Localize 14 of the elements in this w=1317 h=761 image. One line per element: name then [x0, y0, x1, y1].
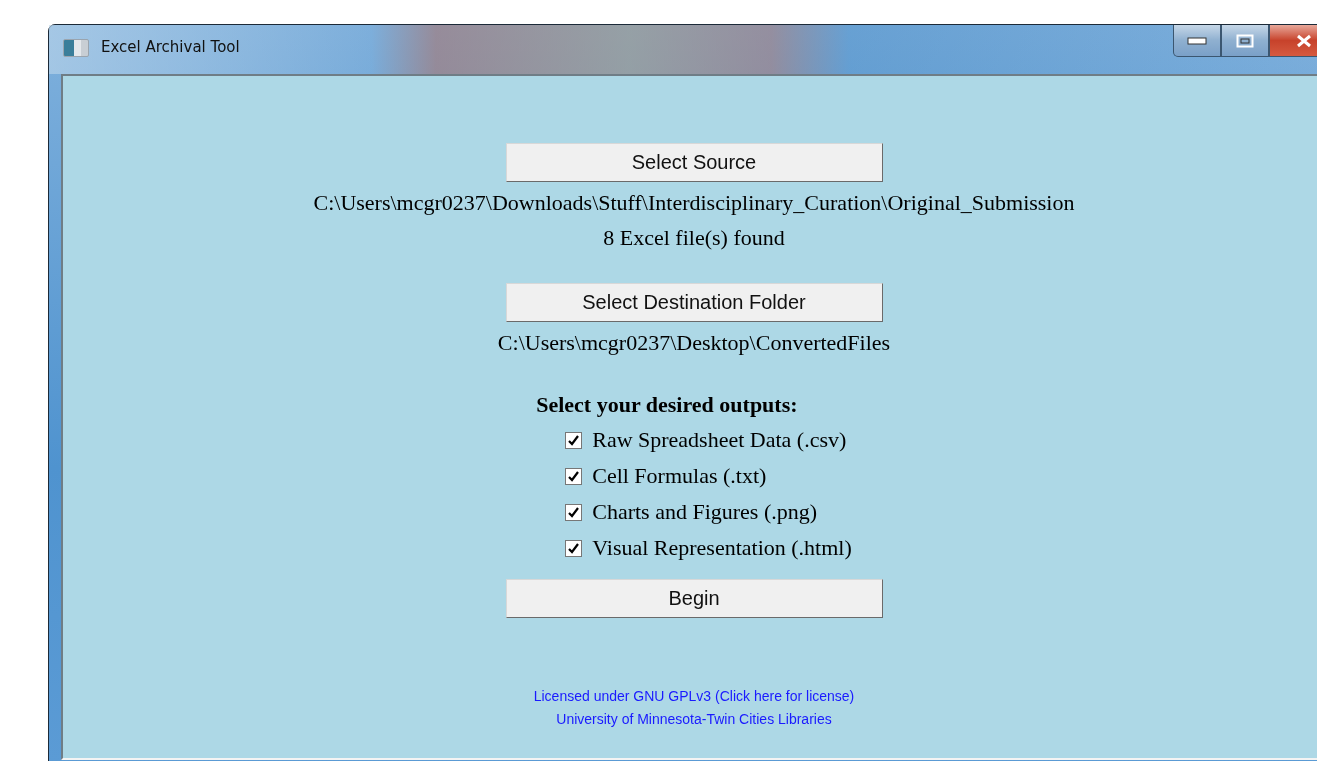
outputs-heading: Select your desired outputs: — [536, 391, 798, 419]
option-label: Raw Spreadsheet Data (.csv) — [592, 427, 847, 453]
option-label: Visual Representation (.html) — [592, 535, 852, 561]
select-source-button[interactable]: Select Source — [505, 143, 883, 182]
option-label: Charts and Figures (.png) — [592, 499, 818, 525]
file-count: 8 Excel file(s) found — [603, 224, 785, 252]
option-label: Cell Formulas (.txt) — [592, 463, 767, 489]
begin-button[interactable]: Begin — [505, 579, 883, 618]
window-title: Excel Archival Tool — [101, 38, 240, 56]
destination-path: C:\Users\mcgr0237\Desktop\ConvertedFiles — [497, 329, 891, 357]
select-destination-button[interactable]: Select Destination Folder — [505, 283, 883, 322]
credit-text: University of Minnesota-Twin Cities Libraries — [556, 710, 832, 729]
license-link[interactable]: Licensed under GNU GPLv3 (Click here for license) — [533, 685, 855, 708]
source-path: C:\Users\mcgr0237\Downloads\Stuff\Interdisciplinary_Curation\Original_Submission — [313, 189, 1075, 217]
